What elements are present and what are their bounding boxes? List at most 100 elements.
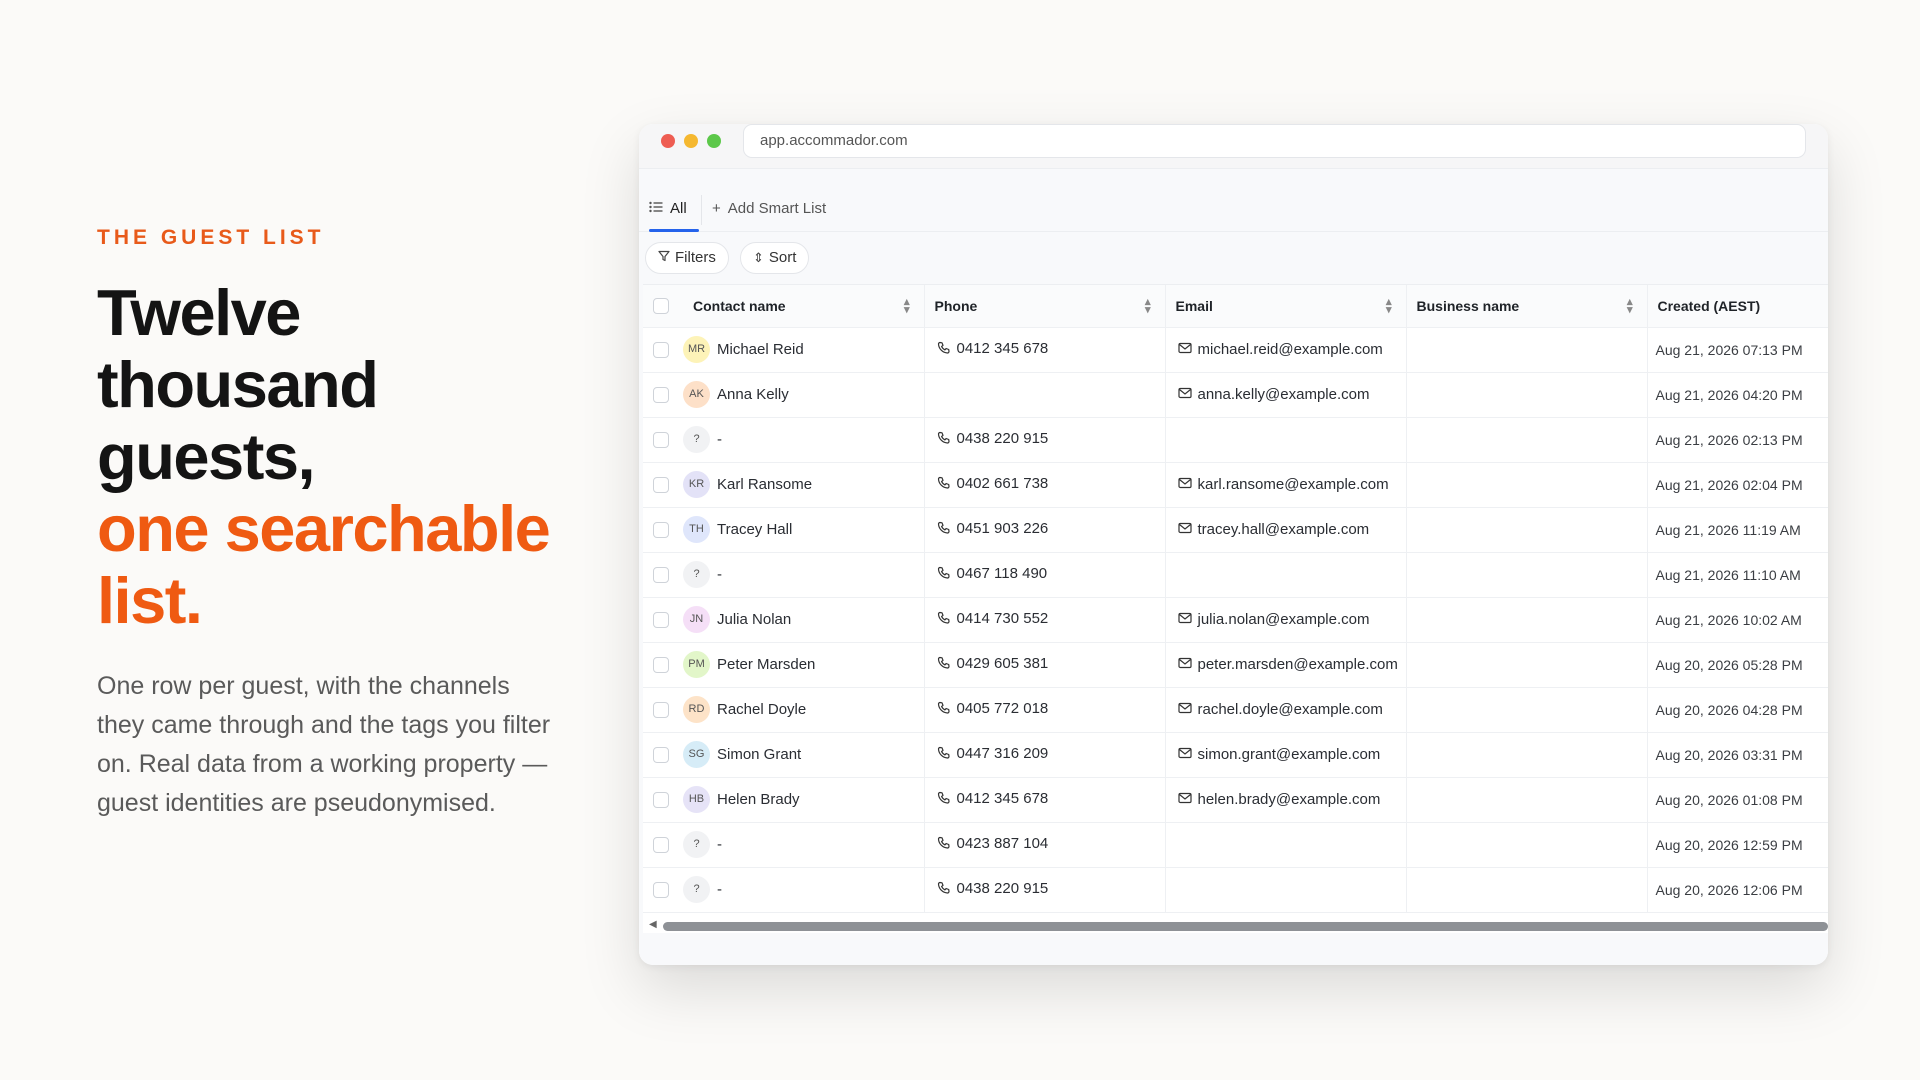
email-address[interactable]: anna.kelly@example.com: [1198, 386, 1370, 403]
email-address[interactable]: simon.grant@example.com: [1198, 746, 1381, 763]
table-row[interactable]: ? - 0423 887 104 Aug 20, 2026 12:59 PM: [643, 822, 1828, 868]
contact-name-cell[interactable]: AK Anna Kelly: [683, 372, 925, 418]
email-cell[interactable]: anna.kelly@example.com: [1165, 372, 1407, 418]
email-address[interactable]: michael.reid@example.com: [1198, 341, 1383, 358]
row-checkbox[interactable]: [653, 432, 669, 449]
contact-name[interactable]: Rachel Doyle: [717, 701, 806, 718]
column-header-phone[interactable]: Phone ▴ ▾: [924, 285, 1166, 328]
row-checkbox[interactable]: [653, 747, 669, 764]
table-row[interactable]: ? - 0438 220 915 Aug 21, 2026 02:13 PM: [643, 417, 1828, 463]
column-header-email[interactable]: Email ▴ ▾: [1165, 285, 1407, 328]
contact-name[interactable]: Julia Nolan: [717, 611, 791, 628]
column-header-name[interactable]: Contact name ▴ ▾: [683, 285, 925, 328]
phone-number[interactable]: 0423 887 104: [957, 835, 1049, 852]
row-checkbox[interactable]: [653, 522, 669, 539]
email-cell[interactable]: helen.brady@example.com: [1165, 777, 1407, 823]
phone-cell[interactable]: 0412 345 678: [924, 777, 1166, 823]
table-row[interactable]: PM Peter Marsden 0429 605 381 peter.marsd…: [643, 642, 1828, 688]
contact-name[interactable]: Peter Marsden: [717, 656, 815, 673]
email-cell[interactable]: tracey.hall@example.com: [1165, 507, 1407, 553]
table-row[interactable]: ? - 0438 220 915 Aug 20, 2026 12:06 PM: [643, 867, 1828, 913]
email-cell[interactable]: julia.nolan@example.com: [1165, 597, 1407, 643]
contact-name-cell[interactable]: RD Rachel Doyle: [683, 687, 925, 733]
row-checkbox[interactable]: [653, 792, 669, 809]
scrollbar-thumb[interactable]: [663, 922, 1828, 931]
minimize-window-dot[interactable]: [684, 134, 698, 148]
close-window-dot[interactable]: [661, 134, 675, 148]
phone-cell[interactable]: 0405 772 018: [924, 687, 1166, 733]
row-checkbox[interactable]: [653, 702, 669, 719]
contact-name[interactable]: Simon Grant: [717, 746, 801, 763]
phone-cell[interactable]: 0467 118 490: [924, 552, 1166, 598]
phone-number[interactable]: 0451 903 226: [957, 520, 1049, 537]
sort-arrows-icon[interactable]: ▴ ▾: [1386, 297, 1392, 316]
contact-name[interactable]: -: [717, 836, 722, 853]
row-checkbox[interactable]: [653, 657, 669, 674]
contact-name-cell[interactable]: PM Peter Marsden: [683, 642, 925, 688]
email-address[interactable]: julia.nolan@example.com: [1198, 611, 1370, 628]
email-address[interactable]: karl.ransome@example.com: [1198, 476, 1389, 493]
contact-name[interactable]: -: [717, 881, 722, 898]
sort-arrows-icon[interactable]: ▴ ▾: [1627, 297, 1633, 316]
email-cell[interactable]: karl.ransome@example.com: [1165, 462, 1407, 508]
table-row[interactable]: AK Anna Kelly anna.kelly@example.com Aug …: [643, 372, 1828, 418]
email-cell[interactable]: simon.grant@example.com: [1165, 732, 1407, 778]
phone-number[interactable]: 0429 605 381: [957, 655, 1049, 672]
contact-name[interactable]: Helen Brady: [717, 791, 800, 808]
table-row[interactable]: JN Julia Nolan 0414 730 552 julia.nolan@e…: [643, 597, 1828, 643]
contact-name[interactable]: Tracey Hall: [717, 521, 792, 538]
contact-name-cell[interactable]: SG Simon Grant: [683, 732, 925, 778]
email-address[interactable]: helen.brady@example.com: [1198, 791, 1381, 808]
email-cell[interactable]: [1165, 417, 1407, 463]
address-bar[interactable]: app.accommador.com: [743, 124, 1806, 158]
phone-cell[interactable]: [924, 372, 1166, 418]
phone-cell[interactable]: 0423 887 104: [924, 822, 1166, 868]
contact-name-cell[interactable]: HB Helen Brady: [683, 777, 925, 823]
phone-number[interactable]: 0438 220 915: [957, 430, 1049, 447]
email-cell[interactable]: [1165, 822, 1407, 868]
row-checkbox[interactable]: [653, 477, 669, 494]
phone-number[interactable]: 0438 220 915: [957, 880, 1049, 897]
maximize-window-dot[interactable]: [707, 134, 721, 148]
email-cell[interactable]: rachel.doyle@example.com: [1165, 687, 1407, 733]
phone-number[interactable]: 0467 118 490: [957, 565, 1048, 582]
sort-arrows-icon[interactable]: ▴ ▾: [1145, 297, 1151, 316]
contact-name[interactable]: -: [717, 431, 722, 448]
phone-cell[interactable]: 0438 220 915: [924, 867, 1166, 913]
phone-number[interactable]: 0405 772 018: [957, 700, 1049, 717]
contact-name[interactable]: Michael Reid: [717, 341, 804, 358]
scroll-left-icon[interactable]: ◀: [649, 919, 657, 930]
email-address[interactable]: peter.marsden@example.com: [1198, 656, 1398, 673]
phone-cell[interactable]: 0451 903 226: [924, 507, 1166, 553]
phone-number[interactable]: 0402 661 738: [957, 475, 1049, 492]
phone-number[interactable]: 0412 345 678: [957, 340, 1049, 357]
phone-cell[interactable]: 0447 316 209: [924, 732, 1166, 778]
row-checkbox[interactable]: [653, 612, 669, 629]
phone-cell[interactable]: 0412 345 678: [924, 327, 1166, 373]
row-checkbox[interactable]: [653, 837, 669, 854]
contact-name[interactable]: Karl Ransome: [717, 476, 812, 493]
sort-arrows-icon[interactable]: ▴ ▾: [904, 297, 910, 316]
phone-number[interactable]: 0414 730 552: [957, 610, 1049, 627]
table-row[interactable]: MR Michael Reid 0412 345 678 michael.reid…: [643, 327, 1828, 373]
select-all-checkbox[interactable]: [653, 298, 669, 315]
contact-name-cell[interactable]: TH Tracey Hall: [683, 507, 925, 553]
add-smart-list-button[interactable]: + Add Smart List: [712, 200, 826, 226]
email-cell[interactable]: [1165, 552, 1407, 598]
column-header-business[interactable]: Business name ▴ ▾: [1406, 285, 1648, 328]
phone-number[interactable]: 0447 316 209: [957, 745, 1049, 762]
table-row[interactable]: KR Karl Ransome 0402 661 738 karl.ransome…: [643, 462, 1828, 508]
email-address[interactable]: rachel.doyle@example.com: [1198, 701, 1383, 718]
contact-name-cell[interactable]: MR Michael Reid: [683, 327, 925, 373]
contact-name-cell[interactable]: ? -: [683, 552, 925, 598]
horizontal-scrollbar[interactable]: ◀: [643, 919, 1828, 933]
row-checkbox[interactable]: [653, 567, 669, 584]
tab-all[interactable]: All: [649, 200, 699, 232]
phone-cell[interactable]: 0414 730 552: [924, 597, 1166, 643]
contact-name[interactable]: Anna Kelly: [717, 386, 789, 403]
table-row[interactable]: SG Simon Grant 0447 316 209 simon.grant@e…: [643, 732, 1828, 778]
contact-name[interactable]: -: [717, 566, 722, 583]
contact-name-cell[interactable]: JN Julia Nolan: [683, 597, 925, 643]
phone-cell[interactable]: 0402 661 738: [924, 462, 1166, 508]
contact-name-cell[interactable]: ? -: [683, 417, 925, 463]
